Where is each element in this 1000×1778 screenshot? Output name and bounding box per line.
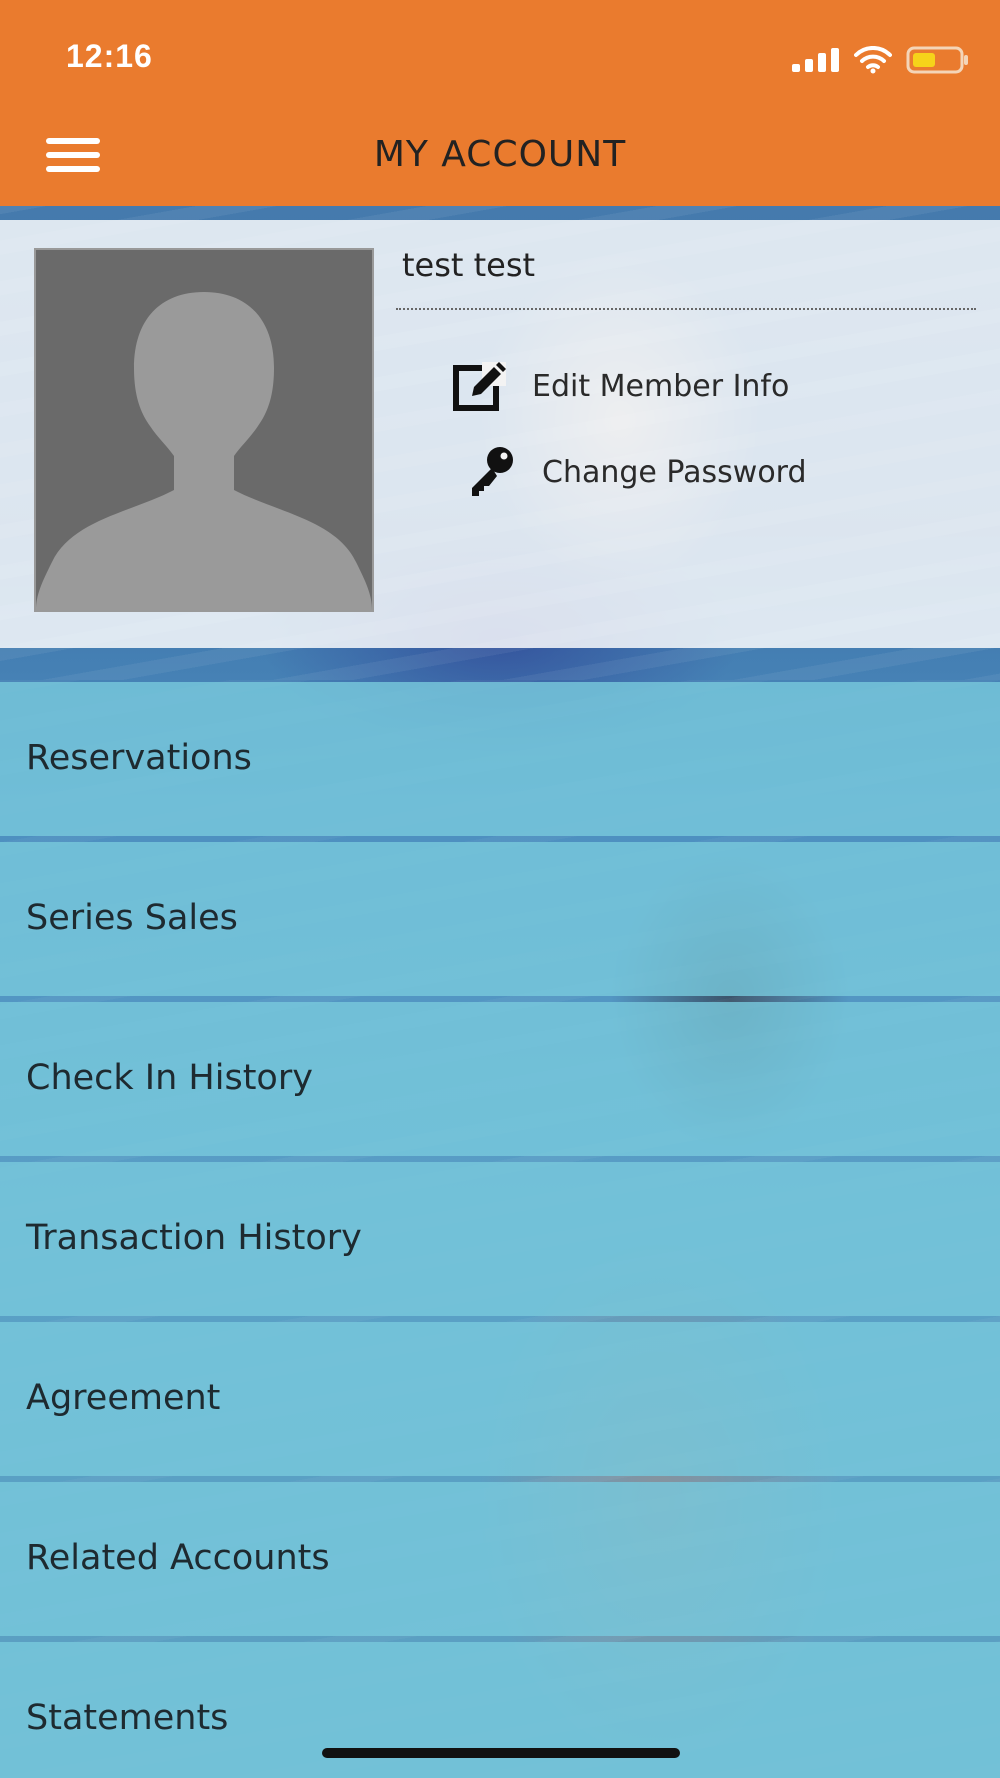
status-time: 12:16 (66, 38, 153, 74)
cellular-signal-icon (792, 48, 839, 72)
menu-item-label: Check In History (26, 1058, 313, 1098)
key-icon (472, 447, 513, 496)
account-menu-list: Reservations Series Sales Check In Histo… (0, 682, 1000, 1778)
edit-icon (453, 362, 506, 411)
name-divider (396, 308, 976, 310)
edit-member-info-label: Edit Member Info (532, 368, 790, 404)
my-account-screen: 12:16 MY ACCOUNT test test Edit Member I… (0, 0, 1000, 1778)
menu-item-series-sales[interactable]: Series Sales (0, 842, 1000, 996)
menu-item-reservations[interactable]: Reservations (0, 682, 1000, 836)
menu-item-agreement[interactable]: Agreement (0, 1322, 1000, 1476)
change-password-label: Change Password (542, 454, 807, 490)
member-name: test test (402, 246, 536, 284)
app-header: 12:16 MY ACCOUNT (0, 0, 1000, 206)
avatar-placeholder-icon (36, 250, 372, 610)
avatar (34, 248, 374, 612)
menu-item-label: Series Sales (26, 898, 238, 938)
menu-item-label: Statements (26, 1698, 229, 1738)
menu-item-related-accounts[interactable]: Related Accounts (0, 1482, 1000, 1636)
wifi-icon (854, 46, 892, 74)
menu-item-transaction-history[interactable]: Transaction History (0, 1162, 1000, 1316)
menu-item-label: Agreement (26, 1378, 221, 1418)
battery-icon (906, 46, 968, 74)
menu-item-label: Reservations (26, 738, 252, 778)
menu-item-label: Related Accounts (26, 1538, 330, 1578)
home-indicator[interactable] (322, 1748, 680, 1758)
menu-item-check-in-history[interactable]: Check In History (0, 1002, 1000, 1156)
edit-member-info-button[interactable]: Edit Member Info (452, 358, 789, 414)
page-title: MY ACCOUNT (373, 134, 627, 175)
profile-card: test test Edit Member Info Change Passwo… (0, 220, 1000, 648)
change-password-button[interactable]: Change Password (462, 444, 807, 500)
menu-item-label: Transaction History (26, 1218, 362, 1258)
